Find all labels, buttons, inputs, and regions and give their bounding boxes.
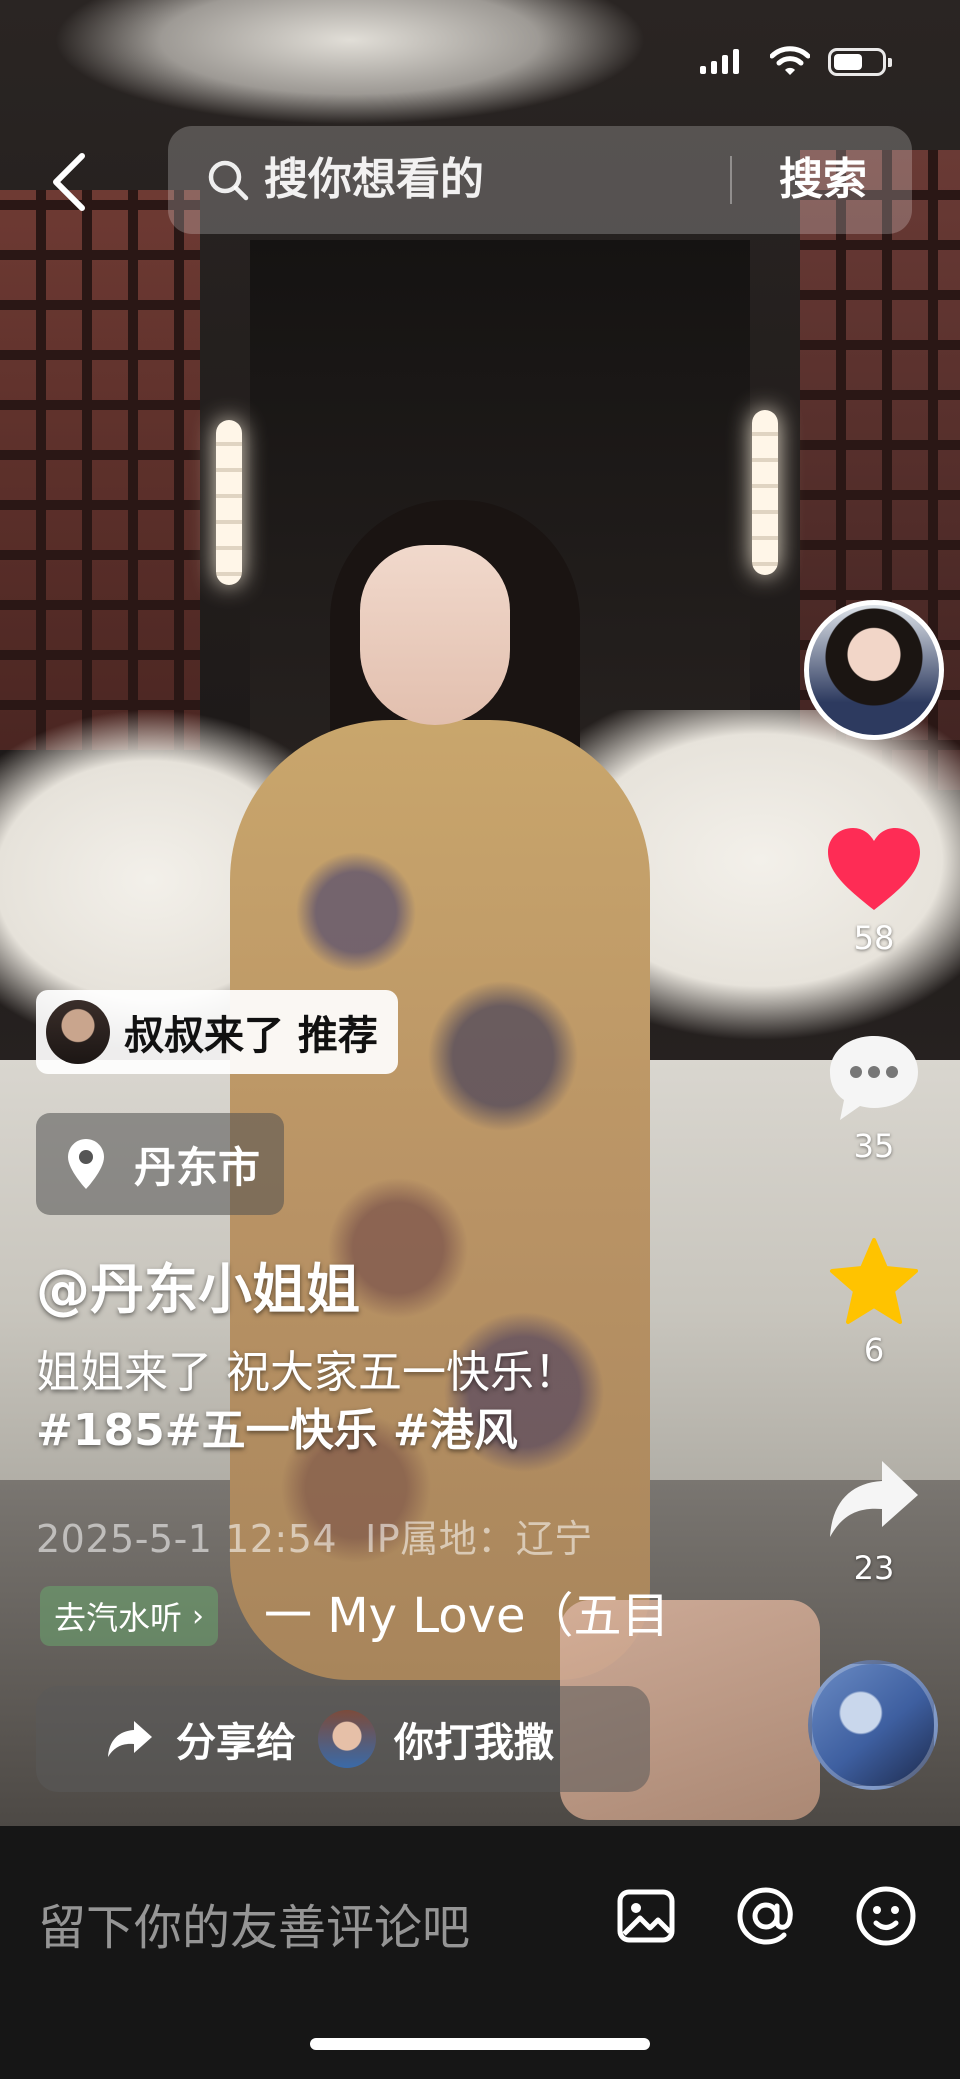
- chevron-left-icon: [53, 153, 85, 211]
- comment-count: 35: [853, 1127, 895, 1165]
- caption-hashtags[interactable]: #185#五一快乐 #港风: [36, 1402, 736, 1460]
- search-bar[interactable]: 搜你想看的 搜索: [168, 126, 912, 234]
- post-caption: 姐姐来了 祝大家五一快乐！ #185#五一快乐 #港风: [36, 1344, 736, 1460]
- share-to-friend-bar[interactable]: 分享给 你打我撒: [36, 1686, 650, 1792]
- post-meta: 2025-5-1 12:54 IP属地：辽宁: [36, 1508, 593, 1563]
- person-face: [360, 545, 510, 725]
- at-mention-icon[interactable]: [734, 1884, 798, 1948]
- creator-avatar[interactable]: [804, 600, 944, 740]
- friend-name: 你打我撒: [394, 1720, 554, 1766]
- search-input[interactable]: 搜你想看的: [264, 148, 484, 212]
- share-label: 分享给: [176, 1720, 296, 1766]
- music-chip-label: 去汽水听: [54, 1599, 183, 1637]
- status-bar: [0, 0, 960, 120]
- location-chip[interactable]: 丹东市: [36, 1113, 284, 1215]
- search-divider: [730, 156, 732, 204]
- battery-level: [834, 54, 862, 70]
- share-button[interactable]: 23: [822, 1452, 926, 1588]
- post-datetime: 2025-5-1 12:54: [36, 1517, 338, 1561]
- emoji-icon[interactable]: [854, 1884, 918, 1948]
- location-city: 丹东市: [134, 1142, 261, 1192]
- search-icon: [208, 160, 249, 201]
- back-button[interactable]: [40, 140, 96, 224]
- recommender-avatar: [46, 1000, 110, 1064]
- recommend-label: 叔叔来了 推荐: [124, 1013, 378, 1059]
- wifi-icon: [770, 46, 810, 75]
- recommend-chip[interactable]: 叔叔来了 推荐: [36, 990, 398, 1074]
- comment-button[interactable]: 35: [822, 1030, 926, 1166]
- share-arrow-icon: [108, 1721, 152, 1757]
- author-name[interactable]: @丹东小姐姐: [36, 1245, 360, 1324]
- share-count: 23: [853, 1549, 895, 1587]
- share-arrow-icon: [830, 1461, 918, 1537]
- comment-input[interactable]: 留下你的友善评论吧: [38, 1888, 470, 1958]
- comment-bubble-icon: [830, 1036, 918, 1120]
- battery-icon: [828, 48, 892, 76]
- music-title[interactable]: 一 My Love（五目: [264, 1582, 672, 1650]
- background-wall-left: [0, 190, 200, 750]
- favorite-count: 6: [863, 1331, 885, 1369]
- like-button[interactable]: 58: [822, 822, 926, 958]
- like-count: 58: [853, 919, 895, 957]
- post-ip-location: IP属地：辽宁: [365, 1517, 593, 1561]
- comment-bar: 留下你的友善评论吧: [0, 1826, 960, 2079]
- cellular-signal-icon: [700, 48, 739, 74]
- location-pin-icon: [68, 1139, 104, 1189]
- search-button[interactable]: 搜索: [748, 144, 898, 216]
- friend-avatar: [318, 1710, 376, 1768]
- heart-icon: [828, 828, 920, 910]
- caption-text: 姐姐来了 祝大家五一快乐！: [36, 1347, 578, 1398]
- favorite-button[interactable]: 6: [822, 1234, 926, 1370]
- open-in-soda-music-button[interactable]: 去汽水听 ›: [40, 1586, 219, 1646]
- background-lamp: [752, 410, 778, 575]
- music-disc[interactable]: [808, 1660, 938, 1790]
- image-icon[interactable]: [614, 1884, 678, 1948]
- home-indicator[interactable]: [310, 2038, 650, 2050]
- star-icon: [830, 1238, 918, 1324]
- chevron-right-icon: ›: [192, 1598, 205, 1634]
- background-lamp: [216, 420, 242, 585]
